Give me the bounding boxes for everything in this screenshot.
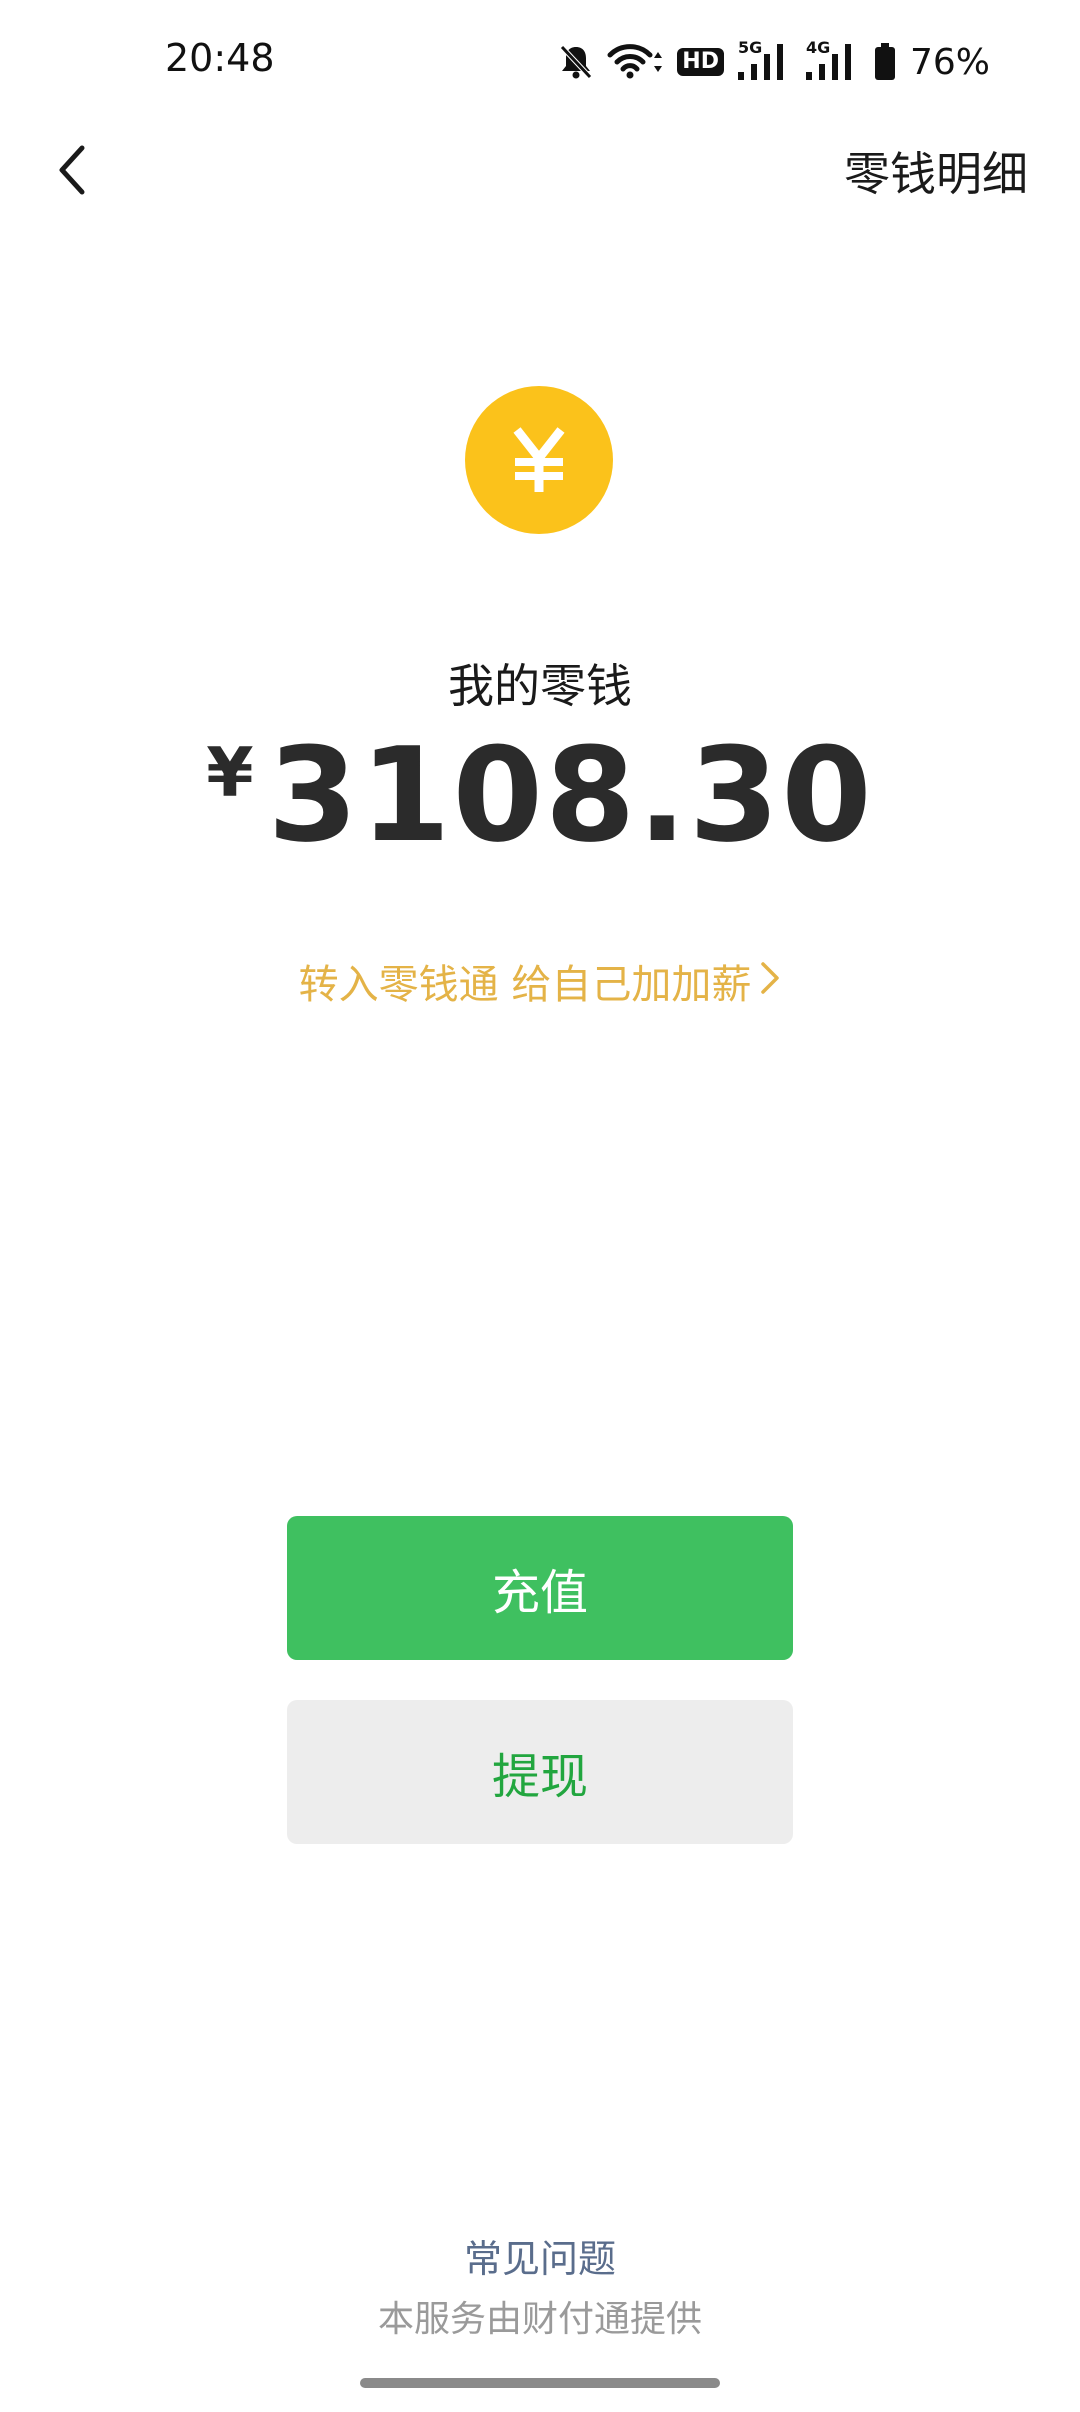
promo-link[interactable]: 转入零钱通 给自己加加薪 — [0, 952, 1080, 1010]
status-icons: HD 5G 4G 76% — [559, 36, 990, 88]
chevron-left-icon — [59, 145, 85, 195]
nav-bar: 零钱明细 — [0, 120, 1080, 220]
signal-4g-icon: 4G — [805, 38, 860, 82]
chevron-right-icon — [759, 960, 781, 1006]
home-indicator[interactable] — [360, 2378, 720, 2388]
status-bar: 20:48 HD 5G 4G 76% — [0, 0, 1080, 120]
faq-link[interactable]: 常见问题 — [0, 2228, 1080, 2283]
net-4g-label: 4G — [805, 38, 831, 57]
battery-percent: 76% — [909, 41, 990, 83]
currency-symbol: ¥ — [206, 734, 254, 813]
balance-label: 我的零钱 — [448, 659, 632, 713]
recharge-button[interactable]: 充值 — [287, 1516, 793, 1660]
mute-bell-icon — [559, 44, 593, 80]
balance-value: 3108.30 — [267, 719, 874, 871]
signal-5g-icon: 5G — [737, 38, 792, 82]
promo-text: 转入零钱通 给自己加加薪 — [298, 962, 752, 1008]
battery-icon — [874, 43, 896, 81]
back-button[interactable] — [36, 134, 108, 206]
yuan-coin-icon — [465, 386, 613, 534]
balance-amount: ¥3108.30 — [0, 720, 1080, 870]
hd-icon: HD — [677, 48, 724, 76]
balance-detail-link[interactable]: 零钱明细 — [844, 138, 1028, 204]
net-5g-label: 5G — [737, 38, 763, 57]
withdraw-button[interactable]: 提现 — [287, 1700, 793, 1844]
wifi-icon — [607, 44, 663, 80]
status-time: 20:48 — [165, 36, 275, 80]
provider-note: 本服务由财付通提供 — [377, 2299, 702, 2340]
